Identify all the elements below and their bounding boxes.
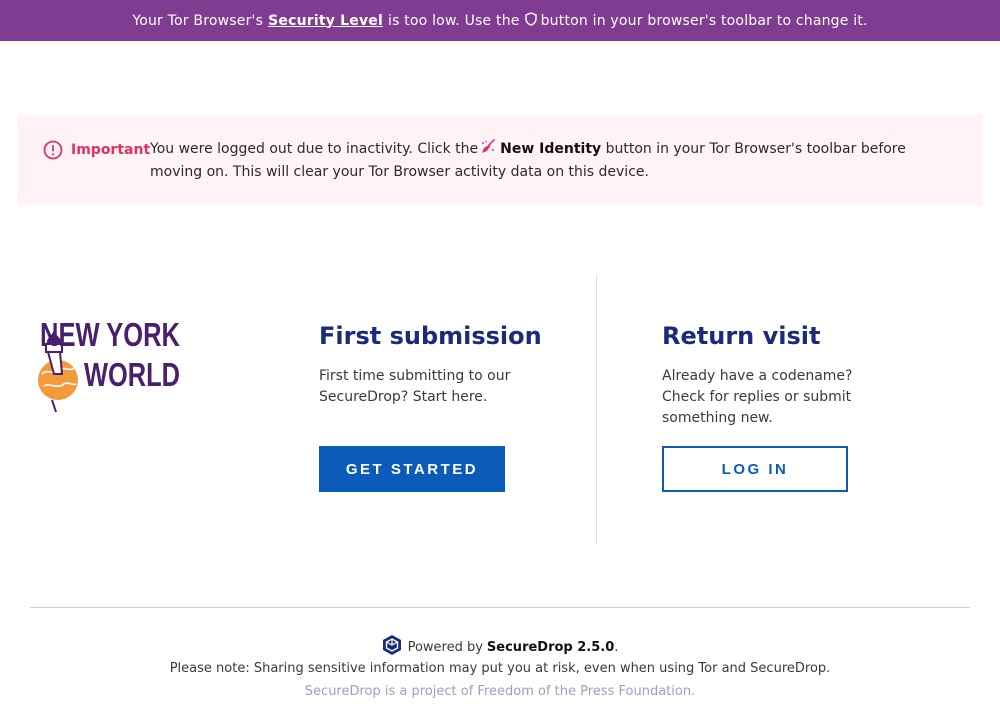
notice-label: Important <box>71 142 151 158</box>
footer-divider <box>30 607 970 608</box>
powered-by-text: Powered by <box>407 639 483 655</box>
column-divider <box>596 275 597 543</box>
securedrop-logo-icon <box>382 634 402 660</box>
securedrop-version: SecureDrop 2.5.0 <box>486 639 615 655</box>
broom-icon <box>480 139 496 162</box>
logo-line2: WORLD <box>84 356 180 393</box>
new-york-world-logo: NEW YORK WORLD <box>34 316 184 413</box>
fpf-credit: SecureDrop is a project of Freedom of th… <box>304 684 696 699</box>
powered-period: . <box>614 639 619 655</box>
powered-by-line: Powered by SecureDrop 2.5.0. <box>0 634 1000 660</box>
log-in-button[interactable]: LOG IN <box>662 446 848 492</box>
banner-middle-text: is too low. Use the <box>387 12 520 29</box>
banner-suffix-text: button in your browser's toolbar to chan… <box>540 12 868 29</box>
get-started-button[interactable]: GET STARTED <box>319 446 505 492</box>
notice-message: You were logged out due to inactivity. C… <box>150 139 950 183</box>
risk-note: Please note: Sharing sensitive informati… <box>169 661 831 676</box>
return-visit-section: Return visit Already have a codename? Ch… <box>662 318 902 429</box>
return-visit-description: Already have a codename? Check for repli… <box>662 368 853 426</box>
logo-line1: NEW YORK <box>40 316 180 353</box>
banner-prefix-text: Your Tor Browser's <box>132 12 264 29</box>
shield-icon <box>524 11 537 30</box>
first-submission-description: First time submitting to our SecureDrop?… <box>319 368 511 405</box>
first-submission-section: First submission First time submitting t… <box>319 318 559 408</box>
security-level-link[interactable]: Security Level <box>268 13 383 29</box>
return-visit-heading: Return visit <box>662 322 821 350</box>
inactivity-notice: Important You were logged out due to ina… <box>18 115 983 205</box>
notice-text-before: You were logged out due to inactivity. C… <box>150 141 479 157</box>
first-submission-heading: First submission <box>319 322 542 350</box>
new-identity-label: New Identity <box>500 141 602 157</box>
security-level-banner: Your Tor Browser's Security Level is too… <box>0 0 1000 41</box>
alert-circle-icon <box>43 140 63 160</box>
